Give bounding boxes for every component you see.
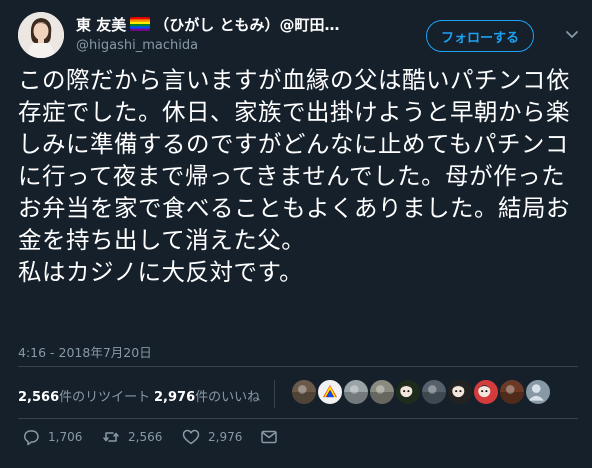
liker-avatar[interactable] — [498, 378, 526, 406]
reply-count: 1,706 — [48, 430, 83, 444]
retweet-count: 2,566 — [128, 430, 163, 444]
tweet-card: 東 友美 （ひがし ともみ）@町田… @higashi_machida フォロー… — [0, 0, 592, 468]
tweet-timestamp[interactable]: 4:16 - 2018年7月20日 — [18, 342, 152, 361]
direct-message-button[interactable] — [260, 428, 278, 446]
reply-button[interactable]: 1,706 — [22, 428, 82, 446]
liker-avatar[interactable] — [290, 378, 318, 406]
divider — [18, 418, 578, 419]
rainbow-flag-icon — [130, 17, 151, 31]
envelope-icon — [261, 430, 277, 444]
liker-avatar[interactable] — [368, 378, 396, 406]
like-count: 2,976 — [208, 430, 243, 444]
liker-avatar[interactable] — [342, 378, 370, 406]
default-avatar-icon[interactable] — [524, 378, 552, 406]
likes-stat[interactable]: 2,976件のいいね — [154, 386, 260, 405]
heart-icon — [182, 429, 200, 445]
retweets-label: 件のリツイート — [59, 390, 151, 405]
liker-avatar[interactable] — [472, 378, 500, 406]
liker-avatar[interactable] — [316, 378, 344, 406]
tweet-actions: 1,706 2,566 2,976 — [18, 426, 578, 450]
divider — [274, 380, 275, 408]
likes-count: 2,976 — [154, 390, 196, 405]
retweets-stat[interactable]: 2,566件のリツイート — [18, 386, 150, 405]
user-names: 東 友美 （ひがし ともみ）@町田… @higashi_machida — [76, 13, 416, 56]
retweet-button[interactable]: 2,566 — [102, 428, 162, 446]
divider — [18, 366, 578, 367]
liker-avatar[interactable] — [420, 378, 448, 406]
tweet-stats: 2,566件のリツイート 2,976件のいいね — [18, 376, 578, 412]
tweet-header: 東 友美 （ひがし ともみ）@町田… @higashi_machida フォロー… — [18, 10, 578, 60]
reply-icon — [23, 430, 39, 446]
retweets-count: 2,566 — [18, 390, 60, 405]
liker-avatar[interactable] — [446, 378, 474, 406]
like-button[interactable]: 2,976 — [182, 428, 242, 446]
follow-button[interactable]: フォローする — [426, 20, 534, 52]
avatar[interactable] — [18, 12, 64, 58]
liker-avatar[interactable] — [394, 378, 422, 406]
retweet-icon — [103, 432, 119, 442]
tweet-text: この際だから言いますが血縁の父は酷いパチンコ依存症でした。休日、家族で出掛けよう… — [18, 66, 570, 286]
user-handle[interactable]: @higashi_machida — [76, 38, 416, 56]
chevron-down-icon[interactable] — [564, 26, 580, 42]
likes-label: 件のいいね — [195, 390, 261, 405]
display-name[interactable]: 東 友美 （ひがし ともみ）@町田… — [76, 13, 416, 35]
